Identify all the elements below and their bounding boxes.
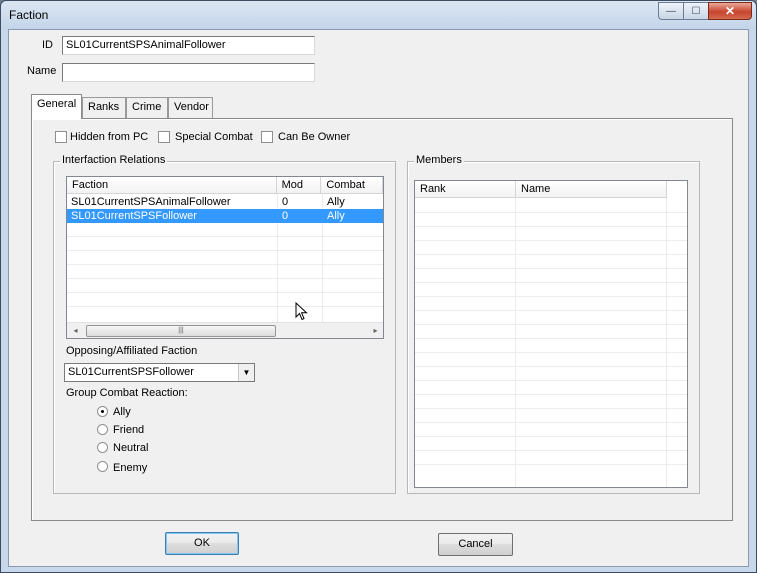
hidden-from-pc-label[interactable]: Hidden from PC xyxy=(70,131,148,143)
column-header-mod[interactable]: Mod xyxy=(276,177,322,194)
members-list[interactable]: Rank Name xyxy=(414,180,688,488)
window-title: Faction xyxy=(9,8,49,22)
relations-row-selected[interactable]: SL01CurrentSPSFollower 0 Ally xyxy=(67,209,383,223)
special-combat-checkbox[interactable] xyxy=(158,131,170,143)
relations-list[interactable]: Faction Mod Combat SL01CurrentSPSAnimalF… xyxy=(66,176,384,339)
chevron-down-icon[interactable]: ▼ xyxy=(238,364,254,381)
grid-line xyxy=(415,366,687,367)
row-combat: Ally xyxy=(323,209,383,223)
name-label: Name xyxy=(27,65,57,77)
tab-ranks-label: Ranks xyxy=(88,101,120,113)
grid-line xyxy=(415,422,687,423)
tab-crime[interactable]: Crime xyxy=(126,97,168,118)
grid-line xyxy=(67,236,383,237)
id-label: ID xyxy=(42,39,53,51)
grid-line xyxy=(415,212,687,213)
relations-horizontal-scrollbar[interactable]: ◂ ||| ▸ xyxy=(67,322,383,338)
group-combat-reaction-label: Group Combat Reaction: xyxy=(66,387,188,399)
grid-line xyxy=(415,324,687,325)
members-group: Members Rank Name xyxy=(407,154,700,494)
can-be-owner-checkbox[interactable] xyxy=(261,131,273,143)
reaction-friend-radio[interactable] xyxy=(97,424,108,435)
grid-line xyxy=(415,268,687,269)
tab-crime-label: Crime xyxy=(132,101,162,113)
grid-divider xyxy=(515,198,516,487)
can-be-owner-label[interactable]: Can Be Owner xyxy=(278,131,350,143)
id-field[interactable]: SL01CurrentSPSAnimalFollower xyxy=(62,36,315,55)
maximize-icon: ☐ xyxy=(691,5,701,17)
grid-line xyxy=(415,254,687,255)
reaction-ally-label[interactable]: Ally xyxy=(113,406,131,418)
close-button[interactable]: ✕ xyxy=(708,2,752,20)
grid-divider xyxy=(666,198,667,487)
close-icon: ✕ xyxy=(724,4,736,18)
grid-line xyxy=(67,264,383,265)
grid-line xyxy=(67,278,383,279)
column-header-faction[interactable]: Faction xyxy=(67,177,277,194)
grid-line xyxy=(415,436,687,437)
grid-line xyxy=(415,464,687,465)
grid-line xyxy=(67,292,383,293)
hidden-from-pc-checkbox[interactable] xyxy=(55,131,67,143)
minimize-button[interactable]: — xyxy=(658,2,684,20)
reaction-enemy-radio[interactable] xyxy=(97,461,108,472)
title-bar[interactable]: Faction — ☐ ✕ xyxy=(1,1,756,29)
members-title: Members xyxy=(414,154,464,166)
tab-ranks[interactable]: Ranks xyxy=(82,97,126,118)
opposing-faction-label: Opposing/Affiliated Faction xyxy=(66,345,198,357)
reaction-neutral-radio[interactable] xyxy=(97,442,108,453)
relations-header: Faction Mod Combat xyxy=(67,177,383,194)
maximize-button[interactable]: ☐ xyxy=(683,2,709,20)
scroll-left-icon[interactable]: ◂ xyxy=(67,323,84,338)
grid-line xyxy=(415,408,687,409)
scroll-right-icon[interactable]: ▸ xyxy=(367,323,383,338)
interfaction-relations-group: Interfaction Relations Faction Mod Comba… xyxy=(53,154,396,494)
row-mod: 0 xyxy=(282,196,289,208)
column-header-combat[interactable]: Combat xyxy=(321,177,383,194)
name-field[interactable] xyxy=(62,63,315,82)
grid-line xyxy=(415,394,687,395)
grid-line xyxy=(67,250,383,251)
row-mod: 0 xyxy=(278,209,323,223)
mouse-pointer-icon xyxy=(295,302,308,321)
reaction-enemy-label[interactable]: Enemy xyxy=(113,462,147,474)
grid-line xyxy=(415,226,687,227)
scroll-thumb[interactable]: ||| xyxy=(86,325,276,337)
row-faction: SL01CurrentSPSAnimalFollower xyxy=(71,196,231,208)
reaction-ally-radio[interactable] xyxy=(97,406,108,417)
radio-selected-dot xyxy=(101,410,104,413)
tab-vendor[interactable]: Vendor xyxy=(168,97,213,118)
grid-line xyxy=(415,240,687,241)
members-header: Rank Name xyxy=(415,181,687,198)
special-combat-label[interactable]: Special Combat xyxy=(175,131,253,143)
grid-line xyxy=(415,352,687,353)
dialog-body: ID SL01CurrentSPSAnimalFollower Name Gen… xyxy=(8,29,749,567)
interfaction-relations-title: Interfaction Relations xyxy=(60,154,168,166)
grid-line xyxy=(67,306,383,307)
column-header-rank[interactable]: Rank xyxy=(415,181,516,198)
grid-line xyxy=(415,310,687,311)
minimize-icon: — xyxy=(666,5,676,17)
relations-row[interactable]: SL01CurrentSPSAnimalFollower 0 Ally xyxy=(67,195,383,209)
reaction-neutral-label[interactable]: Neutral xyxy=(113,442,148,454)
column-header-name[interactable]: Name xyxy=(516,181,667,198)
grid-line xyxy=(415,450,687,451)
row-combat: Ally xyxy=(327,196,345,208)
tab-general[interactable]: General xyxy=(31,94,82,119)
tab-general-label: General xyxy=(37,98,77,110)
opposing-faction-dropdown[interactable]: SL01CurrentSPSFollower ▼ xyxy=(64,363,255,382)
general-tab-panel: Hidden from PC Special Combat Can Be Own… xyxy=(31,118,733,521)
grid-line xyxy=(415,338,687,339)
tab-vendor-label: Vendor xyxy=(174,101,209,113)
row-faction: SL01CurrentSPSFollower xyxy=(67,209,278,223)
cancel-button[interactable]: Cancel xyxy=(438,533,513,556)
reaction-friend-label[interactable]: Friend xyxy=(113,424,144,436)
grid-line xyxy=(415,282,687,283)
grid-line xyxy=(415,380,687,381)
opposing-faction-value: SL01CurrentSPSFollower xyxy=(68,366,194,378)
ok-button[interactable]: OK xyxy=(165,532,239,555)
grid-line xyxy=(415,296,687,297)
faction-window: Faction — ☐ ✕ ID SL01CurrentSPSAnimalFol… xyxy=(0,0,757,573)
